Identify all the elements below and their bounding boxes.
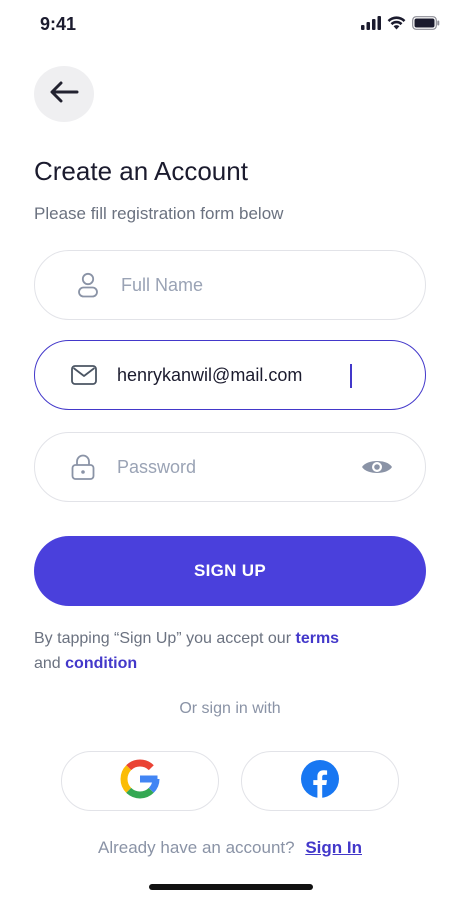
terms-link[interactable]: terms — [295, 630, 339, 647]
home-indicator — [149, 884, 313, 890]
sign-in-prompt: Already have an account? Sign In — [0, 838, 460, 858]
text-caret — [350, 364, 352, 388]
sign-in-prompt-text: Already have an account? — [98, 838, 295, 857]
status-time: 9:41 — [40, 14, 77, 34]
terms-text: By tapping “Sign Up” you accept our term… — [34, 626, 426, 676]
wifi-icon — [387, 15, 406, 35]
page-subtitle: Please fill registration form below — [34, 204, 284, 223]
terms-prefix: By tapping “Sign Up” you accept our — [34, 630, 292, 647]
email-input[interactable] — [117, 360, 357, 390]
status-bar: 9:41 — [0, 0, 460, 48]
page-title: Create an Account — [34, 156, 248, 186]
eye-icon[interactable] — [361, 457, 393, 477]
arrow-left-icon — [49, 81, 79, 108]
battery-icon — [412, 15, 440, 35]
condition-link[interactable]: condition — [65, 655, 137, 672]
facebook-icon — [301, 759, 339, 803]
user-icon — [77, 272, 99, 298]
facebook-sign-in-button[interactable] — [241, 751, 399, 811]
mail-icon — [71, 365, 97, 385]
signal-icon — [361, 15, 381, 35]
google-icon — [120, 759, 160, 804]
password-input[interactable] — [117, 452, 337, 482]
back-button[interactable] — [34, 66, 94, 122]
full-name-input[interactable] — [121, 270, 401, 300]
lock-icon — [71, 454, 95, 480]
terms-and: and — [34, 655, 61, 672]
email-field[interactable] — [34, 340, 426, 410]
sign-in-link[interactable]: Sign In — [305, 838, 362, 857]
sign-up-button[interactable]: SIGN UP — [34, 536, 426, 606]
full-name-field[interactable] — [34, 250, 426, 320]
social-divider-text: Or sign in with — [179, 700, 281, 717]
password-field[interactable] — [34, 432, 426, 502]
google-sign-in-button[interactable] — [61, 751, 219, 811]
status-icons — [361, 15, 440, 35]
